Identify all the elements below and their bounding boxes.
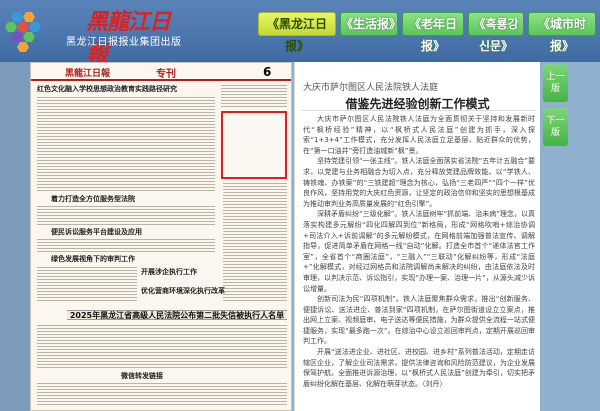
- newspaper-page[interactable]: 黑龍江日報 专刊 6 红色文化融入学校思想政治教育实践路径研究 着力打造全方位服…: [30, 62, 292, 411]
- paper-text-block: [37, 97, 215, 193]
- paper-headline[interactable]: 绿色发展视角下的审判工作: [51, 255, 135, 264]
- paper-headline[interactable]: 优化营商环境深化执行改革: [141, 287, 225, 296]
- paper-headline[interactable]: 红色文化融入学校思想政治教育实践路径研究: [37, 85, 177, 94]
- paper-name: 黑龍江日報: [65, 69, 111, 79]
- article-divider: [301, 110, 535, 111]
- article-paragraph: 深耕矛盾纠纷“三级化解”。铁人法庭树牢“抓前端、治未病”理念，以真落实构建多元解…: [303, 210, 535, 293]
- left-rail: [0, 62, 30, 411]
- paper-banner[interactable]: 2025年黑龙江省高级人民法院公布第二批失信被执行人名单: [67, 310, 287, 320]
- article-paragraph: 坚持党建引领“一张主线”。铁人法庭全面落实省法院“五年计五融合”要求，以党建与业…: [303, 157, 535, 208]
- paper-headline[interactable]: 便民诉讼服务平台建设及应用: [51, 228, 142, 237]
- paper-text-block: [221, 85, 287, 109]
- tab-city-times[interactable]: 《城市时报》: [528, 12, 596, 53]
- tab-elderly-daily[interactable]: 《老年日报》: [402, 12, 464, 53]
- article-panel: 大庆市萨尔图区人民法院铁人法庭 借鉴先进经验创新工作模式 大庆市萨尔图区人民法院…: [294, 62, 540, 411]
- paper-masthead: 黑龍江日報 专刊 6: [31, 63, 291, 81]
- tab-korean-paper[interactable]: 《흑룡강신문》: [468, 12, 524, 53]
- next-page-button[interactable]: 下一版: [543, 108, 568, 146]
- paper-bottom-title[interactable]: 微信转发链接: [121, 372, 163, 381]
- tab-life-daily[interactable]: 《生活报》: [340, 12, 401, 36]
- article-paragraph: 大庆市萨尔图区人民法院铁人法庭为全面贯彻关于坚持和发展新时代“枫桥经验”精神，以…: [303, 115, 535, 155]
- article-paragraph: 创新司法为民“四项机制”。铁人法庭聚焦群众需求，推出“创新服务、便捷诉讼、送法进…: [303, 295, 535, 346]
- paper-headline[interactable]: 着力打造全方位服务型法院: [51, 195, 135, 204]
- article-paragraph: 开展“送法进企业、进社区、进校园、进乡村”系列普法活动，定期走访辖区企业，了解企…: [303, 348, 535, 388]
- prev-page-button[interactable]: 上一版: [543, 64, 568, 102]
- article-body: 大庆市萨尔图区人民法院铁人法庭为全面贯彻关于坚持和发展新时代“枫桥经验”精神，以…: [303, 114, 535, 408]
- brand-subtitle: 黑龙江日报报业集团出版: [66, 37, 182, 48]
- paper-table: [37, 325, 287, 369]
- paper-text-block: [37, 206, 215, 226]
- paper-table: [37, 383, 287, 407]
- paper-text-block: [37, 267, 137, 303]
- paper-text-block: [223, 183, 287, 303]
- tab-heilongjiang-daily[interactable]: 《黑龙江日报》: [258, 12, 336, 53]
- logo-hex-icon: [5, 12, 41, 52]
- paper-page-number: 6: [263, 65, 272, 79]
- article-subtitle: 大庆市萨尔图区人民法院铁人法庭: [303, 82, 439, 92]
- paper-headline[interactable]: 开展涉企执行工作: [141, 268, 197, 277]
- paper-text-block: [37, 239, 215, 253]
- paper-section: 专刊: [156, 69, 176, 80]
- selected-article-highlight[interactable]: [221, 111, 287, 179]
- brand-logo: 黑龍江日報: [86, 9, 171, 67]
- header: 黑龍江日報 黑龙江日报报业集团出版 《黑龙江日报》 《生活报》 《老年日报》 《…: [0, 0, 600, 67]
